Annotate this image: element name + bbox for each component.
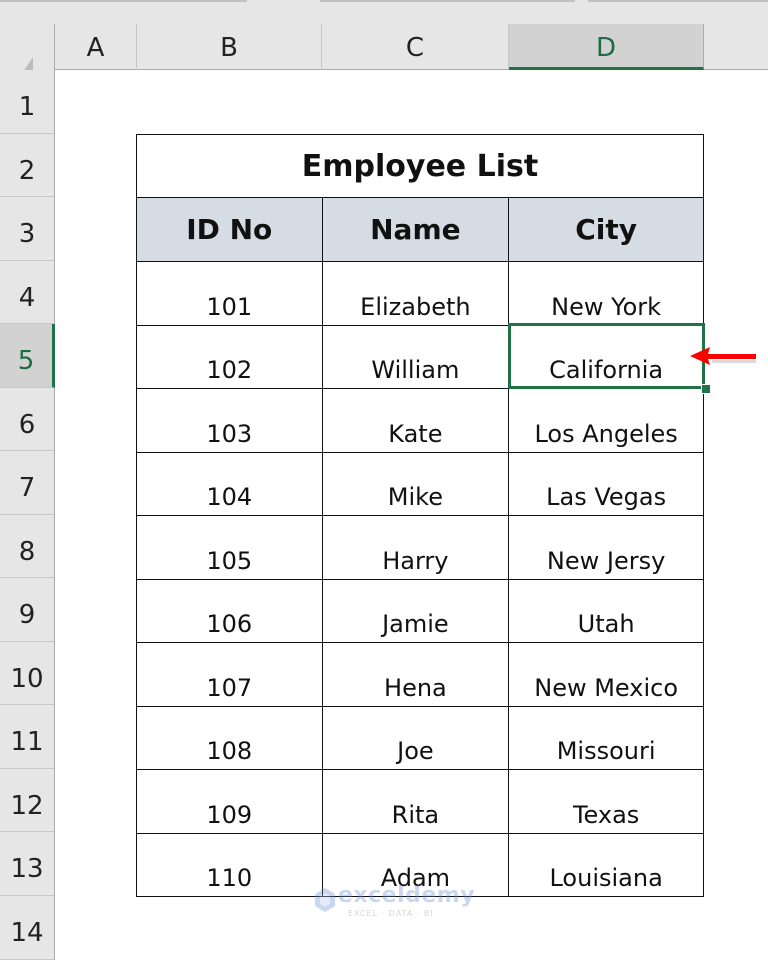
cell-city[interactable]: Louisiana bbox=[508, 832, 704, 897]
ribbon-strip bbox=[0, 0, 768, 24]
cell-name[interactable]: Elizabeth bbox=[321, 261, 510, 326]
table-title[interactable]: Employee List bbox=[136, 134, 704, 198]
top-bar-segment bbox=[0, 0, 247, 2]
cell-id[interactable]: 102 bbox=[136, 324, 323, 389]
cell-name[interactable]: Mike bbox=[321, 451, 510, 516]
top-bar-segment bbox=[320, 0, 575, 2]
cell-city[interactable]: New York bbox=[508, 261, 704, 326]
table-row: 108 Joe Missouri bbox=[136, 705, 704, 770]
row-header-8[interactable]: 8 bbox=[0, 515, 55, 578]
row-header-13[interactable]: 13 bbox=[0, 832, 55, 896]
cell-city[interactable]: Missouri bbox=[508, 705, 704, 770]
row-header-2[interactable]: 2 bbox=[0, 134, 55, 197]
header-name[interactable]: Name bbox=[321, 197, 510, 262]
cell-id[interactable]: 108 bbox=[136, 705, 323, 770]
cell-name[interactable]: William bbox=[321, 324, 510, 389]
cell-id[interactable]: 110 bbox=[136, 832, 323, 897]
top-bar-segment bbox=[588, 0, 768, 2]
cell-city[interactable]: Utah bbox=[508, 578, 704, 643]
table-row: 104 Mike Las Vegas bbox=[136, 451, 704, 516]
row-header-1[interactable]: 1 bbox=[0, 70, 55, 134]
cell-id[interactable]: 107 bbox=[136, 642, 323, 707]
row-header-5[interactable]: 5 bbox=[0, 324, 55, 388]
cell-city[interactable]: Texas bbox=[508, 769, 704, 834]
red-arrow-left-icon bbox=[690, 347, 756, 365]
table-row: 109 Rita Texas bbox=[136, 769, 704, 834]
cell-name[interactable]: Harry bbox=[321, 515, 510, 580]
row-header-7[interactable]: 7 bbox=[0, 451, 55, 515]
cell-id[interactable]: 109 bbox=[136, 769, 323, 834]
column-header-c[interactable]: C bbox=[322, 24, 509, 70]
cell-city[interactable]: Los Angeles bbox=[508, 388, 704, 453]
column-header-a[interactable]: A bbox=[55, 24, 137, 70]
employee-table: Employee List ID No Name City 101 Elizab… bbox=[136, 134, 704, 897]
row-header-9[interactable]: 9 bbox=[0, 578, 55, 642]
cell-id[interactable]: 103 bbox=[136, 388, 323, 453]
exceldemy-logo-icon bbox=[315, 888, 335, 912]
cell-city-selected[interactable]: California bbox=[508, 324, 704, 389]
cell-city[interactable]: Las Vegas bbox=[508, 451, 704, 516]
row-header-3[interactable]: 3 bbox=[0, 197, 55, 261]
cell-name[interactable]: Rita bbox=[321, 769, 510, 834]
cell-city[interactable]: New Jersy bbox=[508, 515, 704, 580]
cell-name[interactable]: Hena bbox=[321, 642, 510, 707]
cell-name[interactable]: Joe bbox=[321, 705, 510, 770]
table-row: 103 Kate Los Angeles bbox=[136, 388, 704, 453]
column-header-b[interactable]: B bbox=[137, 24, 322, 70]
cell-id[interactable]: 104 bbox=[136, 451, 323, 516]
exceldemy-watermark: exceldemy EXCEL · DATA · BI bbox=[312, 883, 475, 921]
fill-handle[interactable] bbox=[701, 384, 711, 394]
table-row: 105 Harry New Jersy bbox=[136, 515, 704, 580]
cell-id[interactable]: 105 bbox=[136, 515, 323, 580]
row-header-6[interactable]: 6 bbox=[0, 388, 55, 451]
row-header-11[interactable]: 11 bbox=[0, 705, 55, 769]
table-row: 101 Elizabeth New York bbox=[136, 261, 704, 326]
cell-id[interactable]: 106 bbox=[136, 578, 323, 643]
row-header-12[interactable]: 12 bbox=[0, 769, 55, 832]
cell-city[interactable]: New Mexico bbox=[508, 642, 704, 707]
watermark-tagline: EXCEL · DATA · BI bbox=[348, 909, 434, 918]
row-header-4[interactable]: 4 bbox=[0, 261, 55, 324]
table-header-row: ID No Name City bbox=[136, 197, 704, 262]
table-row: 107 Hena New Mexico bbox=[136, 642, 704, 707]
cell-name[interactable]: Jamie bbox=[321, 578, 510, 643]
header-city[interactable]: City bbox=[508, 197, 704, 262]
row-header-10[interactable]: 10 bbox=[0, 642, 55, 705]
column-header-d[interactable]: D bbox=[509, 24, 704, 70]
table-row: 102 William California bbox=[136, 324, 704, 389]
table-row: 106 Jamie Utah bbox=[136, 578, 704, 643]
cell-id[interactable]: 101 bbox=[136, 261, 323, 326]
watermark-brand: exceldemy bbox=[338, 883, 476, 908]
select-all-button[interactable] bbox=[0, 24, 55, 87]
row-header-14[interactable]: 14 bbox=[0, 896, 55, 960]
header-id-no[interactable]: ID No bbox=[136, 197, 323, 262]
cell-name[interactable]: Kate bbox=[321, 388, 510, 453]
